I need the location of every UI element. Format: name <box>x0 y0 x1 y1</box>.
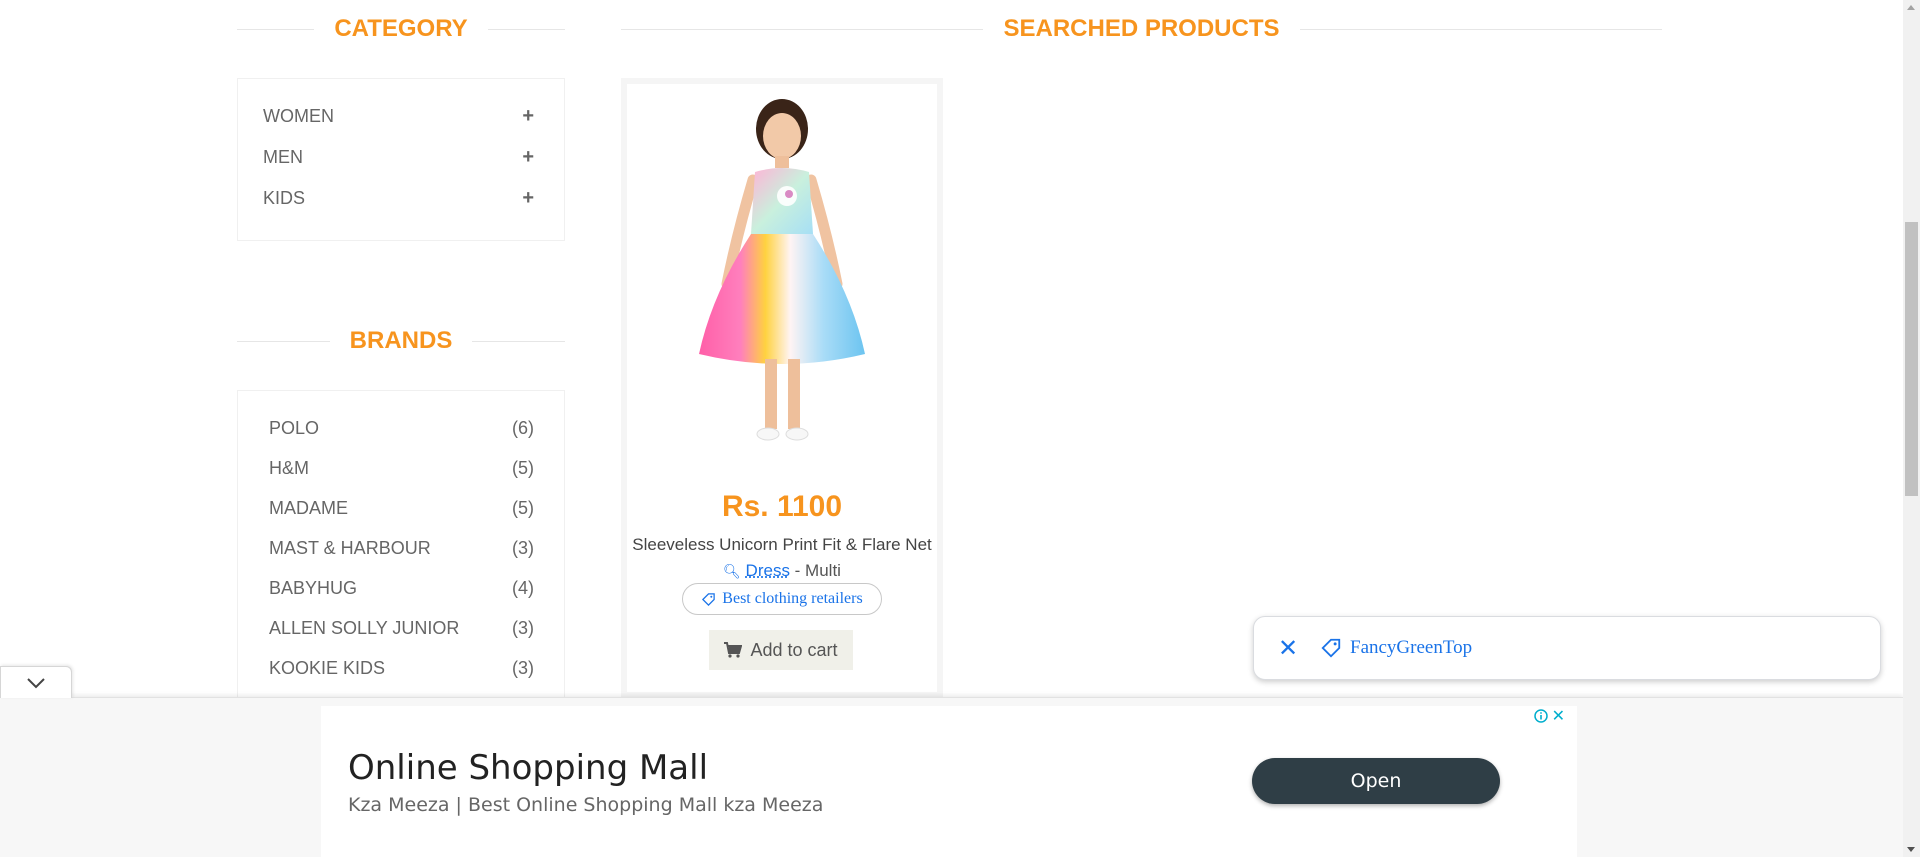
tag-icon <box>1321 638 1341 658</box>
ad-choices[interactable]: ✕ <box>1533 706 1565 726</box>
products-title: SEARCHED PRODUCTS <box>1003 15 1280 42</box>
brand-item-polo[interactable]: POLO (6) <box>269 418 534 439</box>
collapse-ad-tab[interactable] <box>0 666 72 698</box>
brand-item-mast-harbour[interactable]: MAST & HARBOUR (3) <box>269 538 534 559</box>
retailer-chip-label: Best clothing retailers <box>722 590 863 607</box>
brand-item-madame[interactable]: MADAME (5) <box>269 498 534 519</box>
brand-item-hm[interactable]: H&M (5) <box>269 458 534 479</box>
brand-label: ALLEN SOLLY JUNIOR <box>269 618 460 638</box>
plus-icon[interactable]: + <box>522 187 534 210</box>
brand-label: MAST & HARBOUR <box>269 538 431 558</box>
ad-content[interactable]: Online Shopping Mall Kza Meeza | Best On… <box>321 706 1577 857</box>
category-item-label: WOMEN <box>263 106 334 126</box>
product-keyword-link[interactable]: Dress <box>746 561 790 580</box>
plus-icon[interactable]: + <box>522 146 534 169</box>
product-card[interactable]: Rs. 1100 Sleeveless Unicorn Print Fit & … <box>621 78 943 698</box>
scroll-up-arrow[interactable] <box>1907 5 1915 10</box>
product-meta: 🔍︎ Dress - Multi <box>627 561 937 581</box>
brands-panel: POLO (6) H&M (5) MADAME (5) MAST & HARBO… <box>237 390 565 710</box>
brand-count: (4) <box>512 578 534 598</box>
category-section-title: CATEGORY <box>237 14 565 44</box>
chevron-down-icon <box>27 677 45 688</box>
cart-icon <box>724 642 743 658</box>
brand-label: MADAME <box>269 498 349 518</box>
products-section-title: SEARCHED PRODUCTS <box>621 14 1662 44</box>
brand-count: (3) <box>512 618 534 638</box>
brand-count: (5) <box>512 498 534 518</box>
brand-item-babyhug[interactable]: BABYHUG (4) <box>269 578 534 599</box>
search-icon: 🔍︎ <box>723 563 741 579</box>
brand-item-kookie-kids[interactable]: KOOKIE KIDS (3) <box>269 658 534 679</box>
info-icon[interactable] <box>1533 709 1548 723</box>
brand-count: (3) <box>512 658 534 678</box>
retailer-chip[interactable]: Best clothing retailers <box>682 583 882 615</box>
brand-label: POLO <box>269 418 320 438</box>
brands-section-title: BRANDS <box>237 326 566 356</box>
category-item-label: KIDS <box>263 188 306 208</box>
add-to-cart-label: Add to cart <box>750 639 838 660</box>
brand-label: BABYHUG <box>269 578 358 598</box>
floating-tag-label[interactable]: FancyGreenTop <box>1350 637 1472 659</box>
brand-count: (5) <box>512 458 534 478</box>
ad-close-icon[interactable]: ✕ <box>1552 706 1565 726</box>
plus-icon[interactable]: + <box>522 105 534 128</box>
category-panel: WOMEN + MEN + KIDS + <box>237 78 565 241</box>
page-scrollbar[interactable] <box>1903 0 1920 857</box>
product-name[interactable]: Sleeveless Unicorn Print Fit & Flare Net <box>627 535 937 555</box>
brands-title: BRANDS <box>349 327 453 354</box>
category-item-label: MEN <box>263 147 303 167</box>
ad-title[interactable]: Online Shopping Mall <box>348 748 708 788</box>
ad-open-button[interactable]: Open <box>1252 758 1500 804</box>
category-item-women[interactable]: WOMEN + <box>263 105 534 128</box>
ad-subtitle: Kza Meeza | Best Online Shopping Mall kz… <box>348 794 824 816</box>
product-price: Rs. 1100 <box>721 490 843 523</box>
scroll-thumb[interactable] <box>1905 222 1918 496</box>
brand-label: H&M <box>269 458 309 478</box>
add-to-cart-button[interactable]: Add to cart <box>709 630 853 670</box>
floating-tag-bar: ✕ FancyGreenTop <box>1253 616 1881 680</box>
category-item-kids[interactable]: KIDS + <box>263 187 534 210</box>
close-icon[interactable]: ✕ <box>1276 635 1300 662</box>
tag-icon <box>702 592 716 606</box>
category-item-men[interactable]: MEN + <box>263 146 534 169</box>
brand-count: (6) <box>512 418 534 438</box>
brand-label: KOOKIE KIDS <box>269 658 386 678</box>
brand-count: (3) <box>512 538 534 558</box>
scroll-down-arrow[interactable] <box>1907 847 1915 852</box>
category-title: CATEGORY <box>334 15 468 42</box>
brand-item-allen-solly-junior[interactable]: ALLEN SOLLY JUNIOR (3) <box>269 618 534 639</box>
ad-banner: Online Shopping Mall Kza Meeza | Best On… <box>0 697 1903 857</box>
product-image[interactable] <box>627 84 937 464</box>
product-variant: - Multi <box>789 561 841 580</box>
